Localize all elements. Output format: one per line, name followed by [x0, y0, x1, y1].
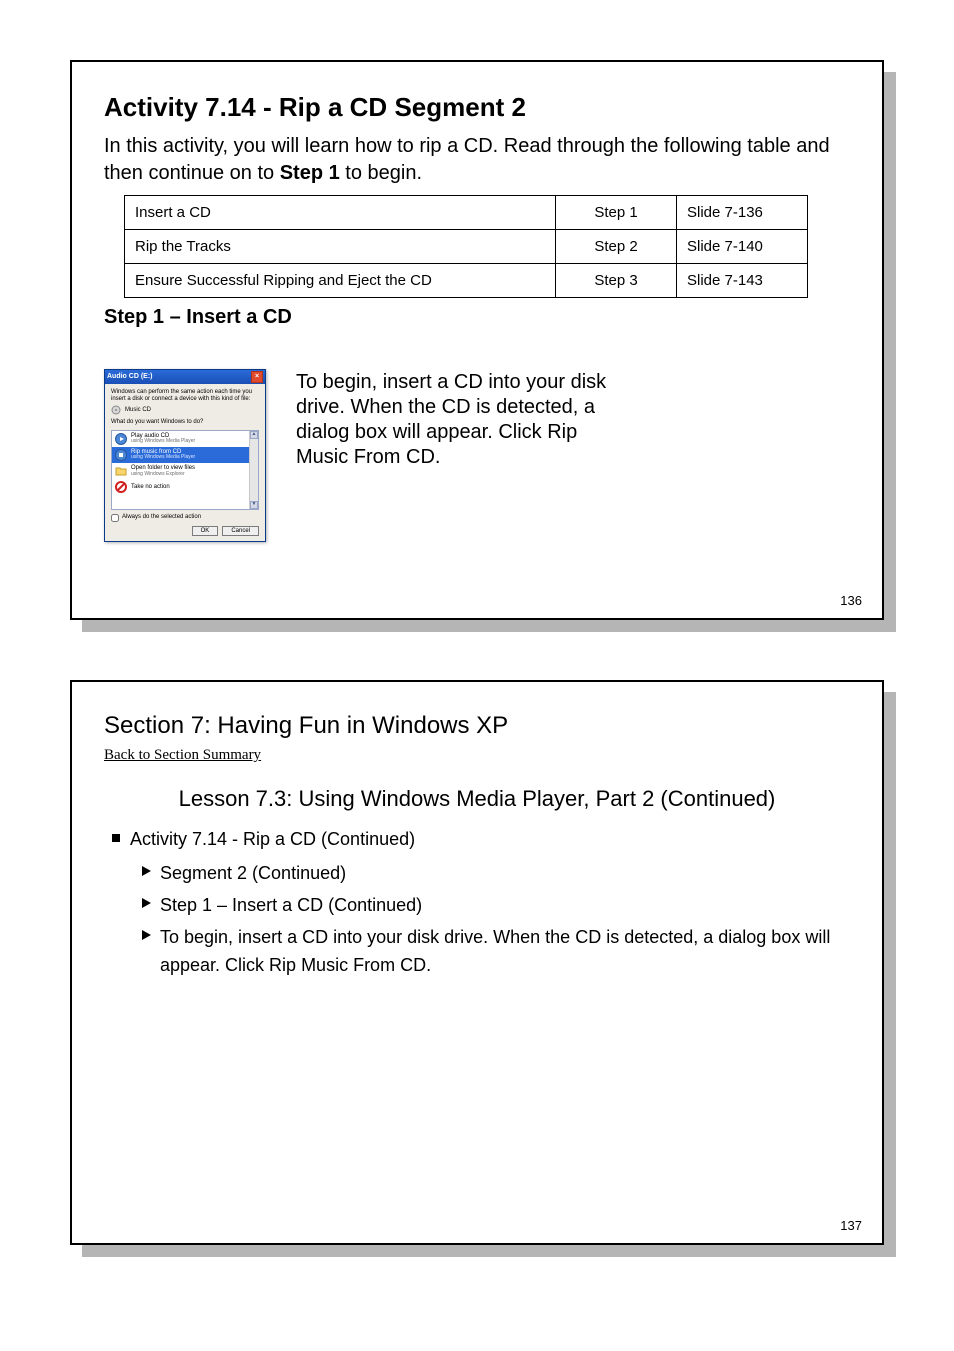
caption-line: drive. When the CD is detected, a	[296, 396, 606, 419]
intro-step-link: Step 1	[280, 162, 340, 184]
option-sub: using Windows Explorer	[131, 472, 195, 478]
option-sub: using Windows Media Player	[131, 439, 195, 445]
slide-2: Section 7: Having Fun in Windows XP Back…	[70, 680, 884, 1245]
close-icon[interactable]: ×	[251, 371, 263, 383]
list-item: To begin, insert a CD into your disk dri…	[142, 924, 850, 980]
scrollbar[interactable]: ▲ ▼	[249, 431, 258, 509]
dialog-question: What do you want Windows to do?	[111, 419, 259, 426]
page-number: 136	[840, 593, 862, 608]
caption-line: dialog box will appear. Click Rip	[296, 421, 606, 444]
always-label: Always do the selected action	[122, 514, 201, 521]
dialog-body: Windows can perform the same action each…	[105, 384, 265, 541]
back-link[interactable]: Back to Section Summary	[104, 747, 261, 764]
list-item: Step 1 – Insert a CD (Continued)	[142, 892, 850, 920]
dialog-cd-label: Music CD	[125, 407, 151, 414]
rip-icon	[115, 449, 127, 461]
dialog-title: Audio CD (E:)	[107, 373, 153, 381]
table-cell-text: Ensure Successful Ripping and Eject the …	[125, 264, 556, 298]
step-heading-text: Step 1 – Insert a CD	[104, 306, 292, 328]
table-row: Ensure Successful Ripping and Eject the …	[125, 264, 808, 298]
dialog-area: Audio CD (E:) × Windows can perform the …	[104, 369, 850, 542]
intro-suffix: to begin.	[345, 162, 422, 184]
always-checkbox[interactable]	[111, 514, 119, 522]
cancel-button[interactable]: Cancel	[222, 526, 259, 536]
intro-text: In this activity, you will learn how to …	[104, 133, 850, 187]
option-no-action[interactable]: Take no action	[112, 479, 258, 495]
autoplay-dialog: Audio CD (E:) × Windows can perform the …	[104, 369, 266, 542]
step-caption: To begin, insert a CD into your disk dri…	[296, 369, 606, 471]
table-cell-step: Step 2	[556, 230, 677, 264]
option-sub: using Windows Media Player	[131, 455, 195, 461]
table-cell-slide: Slide 7-136	[677, 196, 808, 230]
intro-prefix: In this activity, you will learn how to …	[104, 135, 830, 184]
caption-line: To begin, insert a CD into your disk	[296, 371, 606, 394]
lesson-subtitle: Lesson 7.3: Using Windows Media Player, …	[104, 786, 850, 812]
option-open-folder[interactable]: Open folder to view filesusing Windows E…	[112, 463, 258, 479]
table-cell-slide: Slide 7-140	[677, 230, 808, 264]
slide-content: Activity 7.14 - Rip a CD Segment 2 In th…	[70, 60, 884, 620]
step-heading: Step 1 – Insert a CD	[104, 306, 850, 329]
ok-button[interactable]: OK	[192, 526, 219, 536]
list-item: Segment 2 (Continued)	[142, 860, 850, 888]
no-action-icon	[115, 481, 127, 493]
table-row: Rip the Tracks Step 2 Slide 7-140	[125, 230, 808, 264]
slide-1: Activity 7.14 - Rip a CD Segment 2 In th…	[70, 60, 884, 620]
table-cell-text: Rip the Tracks	[125, 230, 556, 264]
list-item: Activity 7.14 - Rip a CD (Continued)	[112, 826, 850, 854]
option-label: Take no action	[131, 484, 170, 491]
option-rip-cd[interactable]: Rip music from CDusing Windows Media Pla…	[112, 447, 258, 463]
option-play-cd[interactable]: Play audio CDusing Windows Media Player	[112, 431, 258, 447]
play-icon	[115, 433, 127, 445]
slide-content: Section 7: Having Fun in Windows XP Back…	[70, 680, 884, 1245]
folder-icon	[115, 465, 127, 477]
table-cell-slide: Slide 7-143	[677, 264, 808, 298]
page-number: 137	[840, 1218, 862, 1233]
table-cell-step: Step 3	[556, 264, 677, 298]
slide-title: Activity 7.14 - Rip a CD	[104, 92, 387, 122]
table-cell-step: Step 1	[556, 196, 677, 230]
scroll-up-icon[interactable]: ▲	[250, 431, 258, 439]
dialog-intro-text: Windows can perform the same action each…	[111, 389, 259, 402]
caption-line: Music From CD.	[296, 446, 606, 469]
table-cell-text: Insert a CD	[125, 196, 556, 230]
music-cd-icon	[111, 405, 121, 415]
dialog-titlebar: Audio CD (E:) ×	[105, 370, 265, 384]
table-row: Insert a CD Step 1 Slide 7-136	[125, 196, 808, 230]
scroll-down-icon[interactable]: ▼	[250, 501, 258, 509]
option-list: Play audio CDusing Windows Media Player …	[111, 430, 259, 510]
bullet-list: Activity 7.14 - Rip a CD (Continued) Seg…	[104, 826, 850, 979]
steps-table: Insert a CD Step 1 Slide 7-136 Rip the T…	[124, 195, 808, 298]
always-checkbox-row[interactable]: Always do the selected action	[111, 514, 259, 522]
slide-segment: Segment 2	[394, 92, 526, 122]
section-heading: Section 7: Having Fun in Windows XP	[104, 712, 850, 740]
